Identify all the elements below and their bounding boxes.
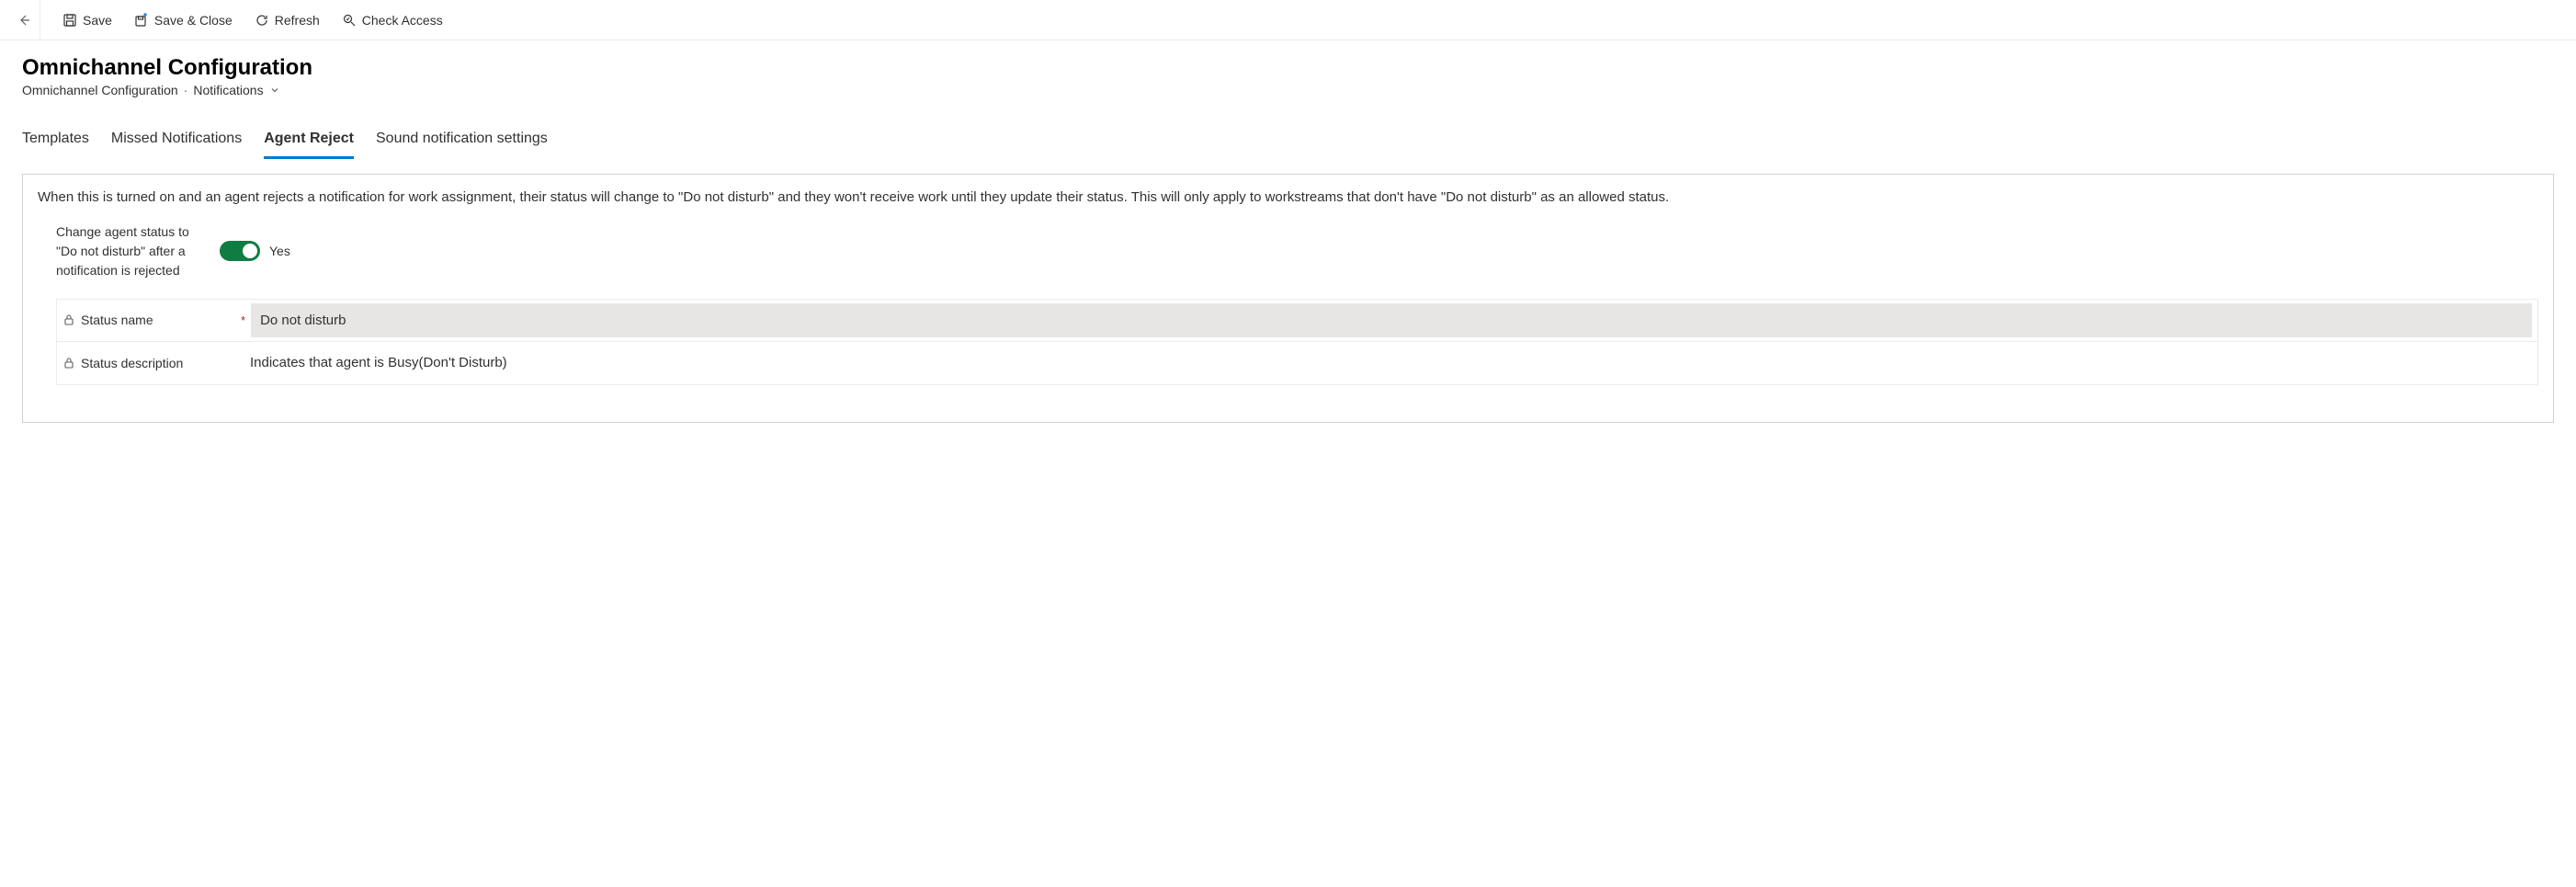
toggle-thumb xyxy=(243,244,257,258)
check-access-icon xyxy=(342,13,357,28)
page-header: Omnichannel Configuration Omnichannel Co… xyxy=(0,40,2576,105)
field-row-status-name: Status name * Do not disturb xyxy=(57,300,2537,342)
back-button[interactable] xyxy=(7,0,40,40)
breadcrumb-view[interactable]: Notifications xyxy=(193,83,263,97)
status-name-label-text: Status name xyxy=(81,313,153,327)
refresh-button[interactable]: Refresh xyxy=(244,0,331,40)
tab-missed-notifications[interactable]: Missed Notifications xyxy=(111,123,242,159)
tab-sound-notification-settings[interactable]: Sound notification settings xyxy=(376,123,548,159)
status-description-label-text: Status description xyxy=(81,356,183,370)
panel-description: When this is turned on and an agent reje… xyxy=(38,188,2538,208)
required-indicator: * xyxy=(241,313,251,327)
field-group: Status name * Do not disturb Status desc… xyxy=(56,299,2538,385)
lock-icon xyxy=(62,313,75,326)
breadcrumb: Omnichannel Configuration · Notification… xyxy=(22,83,2554,97)
breadcrumb-entity: Omnichannel Configuration xyxy=(22,83,178,97)
lock-icon xyxy=(62,357,75,370)
arrow-left-icon xyxy=(17,13,31,28)
save-close-button[interactable]: Save & Close xyxy=(123,0,244,40)
tab-templates[interactable]: Templates xyxy=(22,123,89,159)
field-label-status-name: Status name xyxy=(62,313,241,327)
save-close-icon xyxy=(134,13,149,28)
status-name-value: Do not disturb xyxy=(251,303,2532,337)
breadcrumb-separator: · xyxy=(184,83,188,97)
toggle-value-text: Yes xyxy=(269,244,290,258)
save-close-label: Save & Close xyxy=(154,13,233,28)
field-label-status-description: Status description xyxy=(62,356,241,370)
panel-agent-reject: When this is turned on and an agent reje… xyxy=(22,174,2554,423)
refresh-label: Refresh xyxy=(275,13,320,28)
page-title: Omnichannel Configuration xyxy=(22,55,2554,81)
chevron-down-icon[interactable] xyxy=(269,85,280,96)
command-bar: Save Save & Close Refresh Check Access xyxy=(0,0,2576,40)
check-access-label: Check Access xyxy=(362,13,443,28)
toggle-label: Change agent status to "Do not disturb" … xyxy=(56,222,194,280)
toggle-row-change-status: Change agent status to "Do not disturb" … xyxy=(38,219,2538,291)
check-access-button[interactable]: Check Access xyxy=(331,0,454,40)
save-icon xyxy=(62,13,77,28)
tab-agent-reject[interactable]: Agent Reject xyxy=(264,123,354,159)
save-button[interactable]: Save xyxy=(51,0,123,40)
save-label: Save xyxy=(83,13,112,28)
field-row-status-description: Status description Indicates that agent … xyxy=(57,342,2537,384)
toggle-control: Yes xyxy=(220,241,290,261)
tab-list: Templates Missed Notifications Agent Rej… xyxy=(0,112,2576,159)
status-description-value: Indicates that agent is Busy(Don't Distu… xyxy=(241,346,2532,380)
refresh-icon xyxy=(255,13,269,28)
toggle-switch[interactable] xyxy=(220,241,260,261)
